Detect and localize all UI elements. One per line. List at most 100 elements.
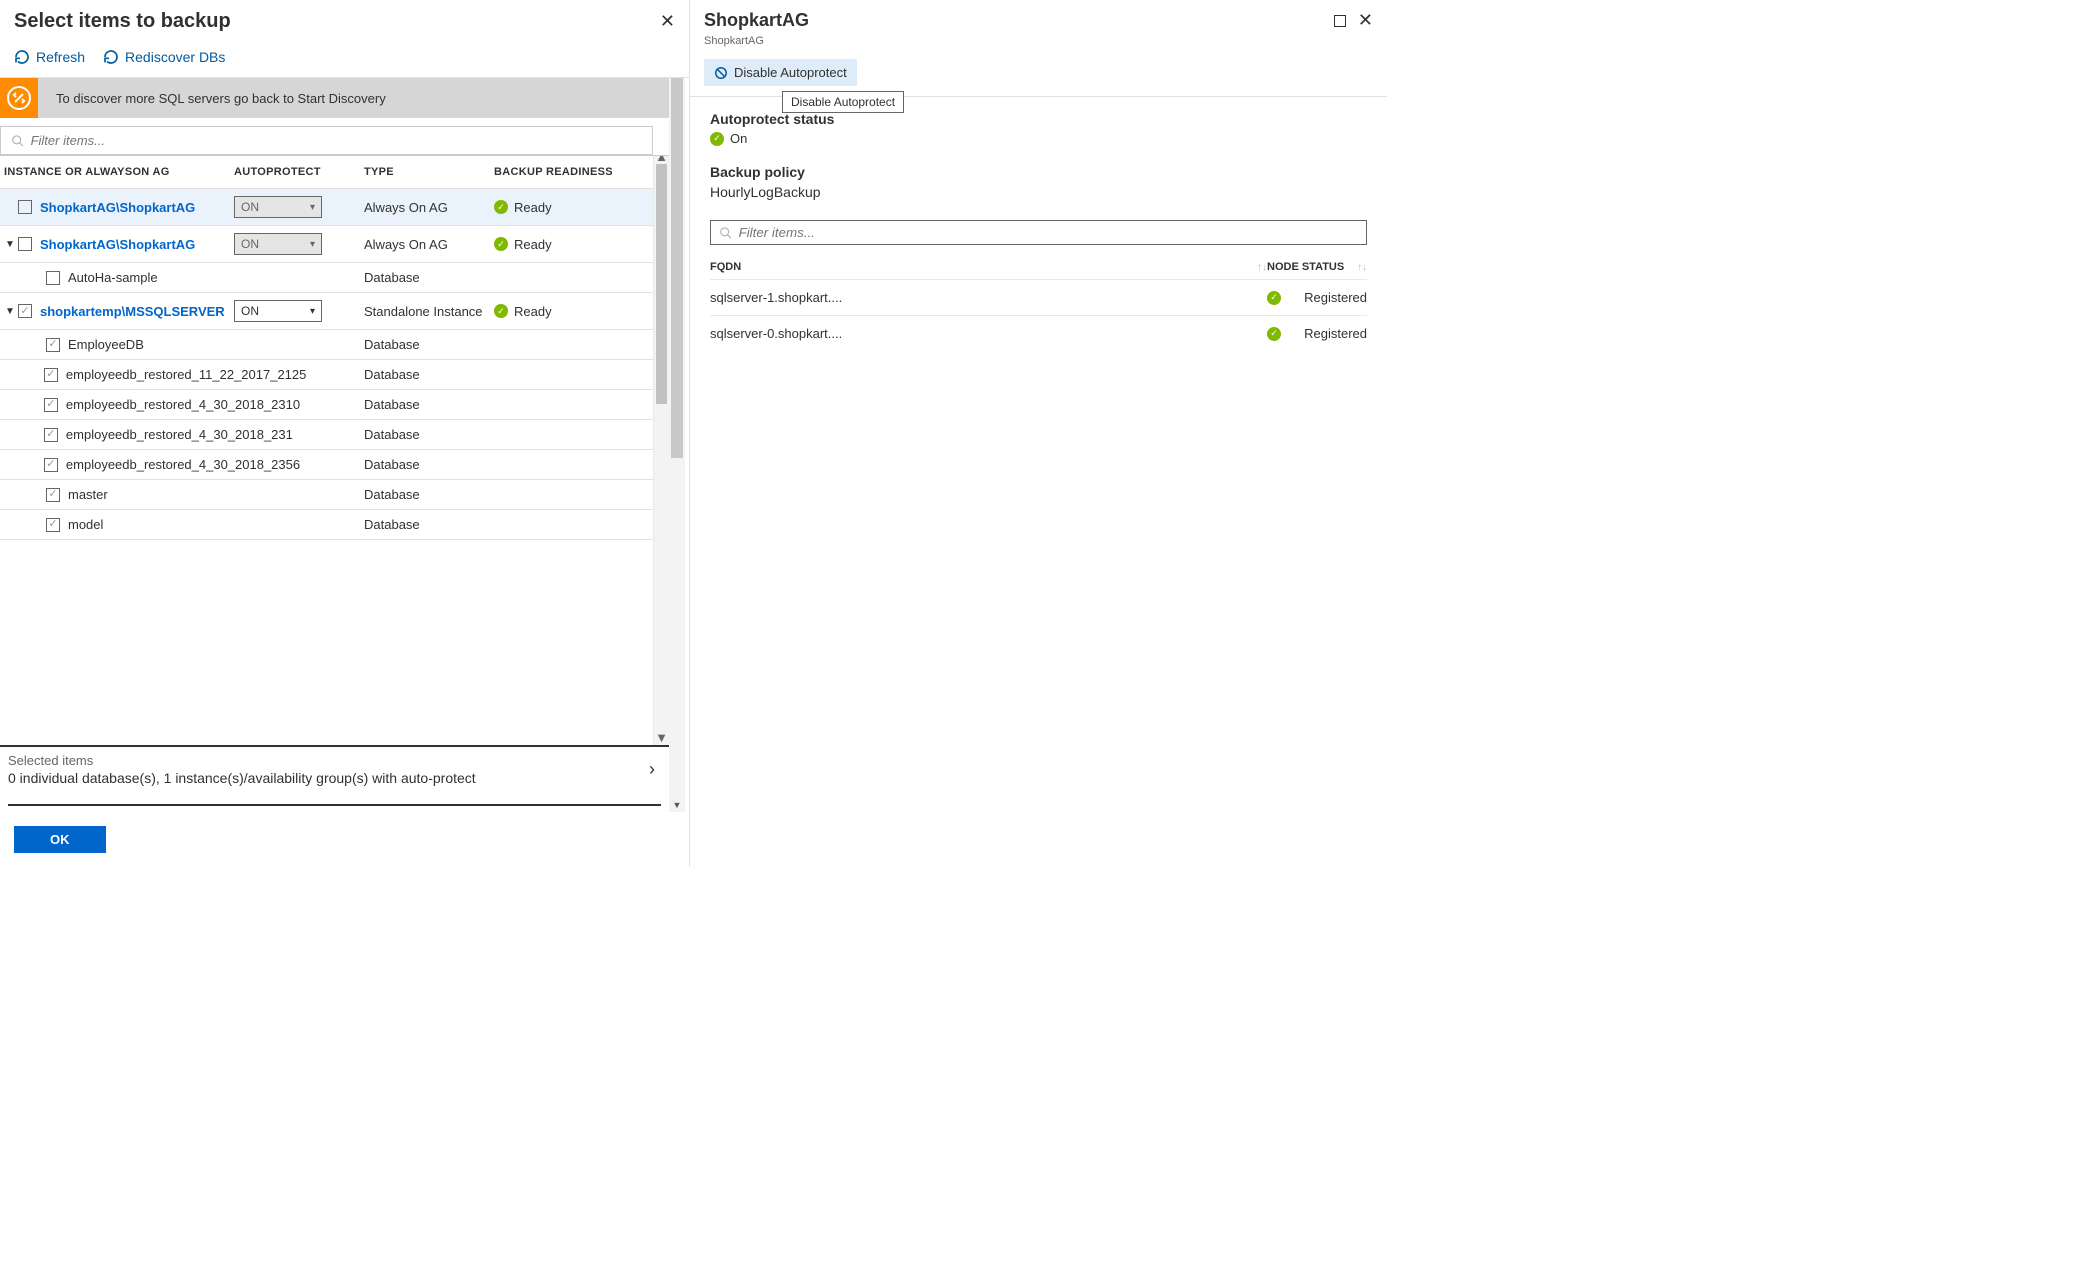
items-table: INSTANCE OR ALWAYSON AG AUTOPROTECT TYPE… <box>0 156 669 745</box>
caret-icon[interactable]: ▼ <box>4 239 16 250</box>
instance-link[interactable]: ShopkartAG\ShopkartAG <box>40 200 195 215</box>
checkbox[interactable] <box>46 338 60 352</box>
type-cell: Database <box>364 487 494 502</box>
expand-footer-icon[interactable]: › <box>649 759 661 780</box>
scroll-thumb[interactable] <box>656 164 667 404</box>
item-label: employeedb_restored_4_30_2018_2356 <box>66 457 300 472</box>
details-header: ShopkartAG ✕ <box>690 0 1387 35</box>
check-icon: ✓ <box>494 304 508 318</box>
instance-link[interactable]: ShopkartAG\ShopkartAG <box>40 237 195 252</box>
nodes-filter-input[interactable] <box>739 225 1358 240</box>
refresh-icon <box>14 49 30 65</box>
checkbox[interactable] <box>18 200 32 214</box>
col-type[interactable]: TYPE <box>364 166 494 178</box>
checkbox[interactable] <box>18 237 32 251</box>
instance-link[interactable]: shopkartemp\MSSQLSERVER <box>40 304 225 319</box>
table-row[interactable]: ▼modelDatabase <box>0 510 653 540</box>
details-title: ShopkartAG <box>704 10 809 31</box>
type-cell: Standalone Instance <box>364 304 494 319</box>
item-label: model <box>68 517 103 532</box>
ready-label: Ready <box>514 200 552 215</box>
table-row[interactable]: ▼ShopkartAG\ShopkartAGON▾Always On AG✓Re… <box>0 189 653 226</box>
table-row[interactable]: ▼employeedb_restored_4_30_2018_2310Datab… <box>0 390 653 420</box>
panel-scrollbar[interactable]: ▲ ▼ <box>669 78 685 812</box>
col-readiness[interactable]: BACKUP READINESS <box>494 166 653 178</box>
table-row[interactable]: ▼employeedb_restored_4_30_2018_231Databa… <box>0 420 653 450</box>
chevron-down-icon: ▾ <box>310 239 315 250</box>
info-text: To discover more SQL servers go back to … <box>38 91 386 106</box>
nodes-filter[interactable] <box>710 220 1367 245</box>
scroll-down-icon[interactable]: ▼ <box>654 729 669 745</box>
close-icon[interactable]: ✕ <box>660 11 675 32</box>
col-instance[interactable]: INSTANCE OR ALWAYSON AG <box>4 166 234 178</box>
type-cell: Database <box>364 457 494 472</box>
table-row[interactable]: ▼ShopkartAG\ShopkartAGON▾Always On AG✓Re… <box>0 226 653 263</box>
nodes-table-header: FQDN↑↓ NODE STATUS↑↓ <box>710 255 1367 279</box>
table-row[interactable]: ▼EmployeeDBDatabase <box>0 330 653 360</box>
search-icon <box>719 226 733 240</box>
main-panel: Select items to backup ✕ Refresh Redisco… <box>0 0 690 867</box>
tooltip: Disable Autoprotect <box>782 91 904 113</box>
prohibit-icon <box>714 66 728 80</box>
node-status: Registered <box>1304 290 1367 305</box>
autoprotect-select[interactable]: ON▾ <box>234 300 322 322</box>
table-row[interactable]: ▼employeedb_restored_11_22_2017_2125Data… <box>0 360 653 390</box>
footer-desc: 0 individual database(s), 1 instance(s)/… <box>8 770 476 786</box>
checkbox[interactable] <box>44 398 58 412</box>
sort-icon: ↑↓ <box>1357 262 1367 273</box>
checkbox[interactable] <box>46 488 60 502</box>
type-cell: Database <box>364 517 494 532</box>
check-icon: ✓ <box>494 200 508 214</box>
table-row[interactable]: ▼masterDatabase <box>0 480 653 510</box>
scroll-down-icon[interactable]: ▼ <box>669 798 685 812</box>
checkbox[interactable] <box>46 518 60 532</box>
details-subtitle: ShopkartAG <box>690 35 1387 53</box>
col-autoprotect[interactable]: AUTOPROTECT <box>234 166 364 178</box>
details-toolbar: Disable Autoprotect Disable Autoprotect <box>690 53 1387 97</box>
info-bar: To discover more SQL servers go back to … <box>0 78 669 118</box>
chevron-down-icon: ▾ <box>310 202 315 213</box>
checkbox[interactable] <box>44 428 58 442</box>
disable-autoprotect-button[interactable]: Disable Autoprotect Disable Autoprotect <box>704 59 857 86</box>
page-title: Select items to backup <box>14 10 231 33</box>
rediscover-button[interactable]: Rediscover DBs <box>103 49 225 65</box>
ok-button[interactable]: OK <box>14 826 106 853</box>
details-panel: ShopkartAG ✕ ShopkartAG Disable Autoprot… <box>690 0 1387 867</box>
backup-policy-label: Backup policy <box>710 164 1367 180</box>
details-close-icon[interactable]: ✕ <box>1358 10 1373 31</box>
type-cell: Always On AG <box>364 237 494 252</box>
table-scrollbar[interactable]: ▲ ▼ <box>653 156 669 745</box>
checkbox[interactable] <box>44 458 58 472</box>
item-label: employeedb_restored_4_30_2018_231 <box>66 427 293 442</box>
checkbox[interactable] <box>44 368 58 382</box>
col-node-status[interactable]: NODE STATUS↑↓ <box>1267 261 1367 273</box>
filter-input[interactable] <box>31 133 642 148</box>
item-label: employeedb_restored_4_30_2018_2310 <box>66 397 300 412</box>
item-label: EmployeeDB <box>68 337 144 352</box>
node-fqdn: sqlserver-0.shopkart.... <box>710 326 1267 341</box>
table-header: INSTANCE OR ALWAYSON AG AUTOPROTECT TYPE… <box>0 156 653 189</box>
checkbox[interactable] <box>18 304 32 318</box>
tools-icon <box>0 78 38 118</box>
scroll-up-icon[interactable]: ▲ <box>654 156 669 164</box>
caret-icon[interactable]: ▼ <box>4 306 16 317</box>
table-row[interactable]: ▼ shopkartemp\MSSQLSERVER ON▾ Standalone In… <box>0 293 653 330</box>
check-icon: ✓ <box>710 132 724 146</box>
node-row[interactable]: sqlserver-0.shopkart....✓Registered <box>710 315 1367 351</box>
table-row[interactable]: ▼AutoHa-sampleDatabase <box>0 263 653 293</box>
backup-policy-value: HourlyLogBackup <box>710 184 1367 200</box>
check-icon: ✓ <box>494 237 508 251</box>
maximize-icon[interactable] <box>1334 15 1346 27</box>
col-fqdn[interactable]: FQDN↑↓ <box>710 261 1267 273</box>
table-row[interactable]: ▼employeedb_restored_4_30_2018_2356Datab… <box>0 450 653 480</box>
node-row[interactable]: sqlserver-1.shopkart....✓Registered <box>710 279 1367 315</box>
sort-icon: ↑↓ <box>1257 262 1267 273</box>
checkbox[interactable] <box>46 271 60 285</box>
filter-input-wrap[interactable] <box>0 126 653 155</box>
refresh-button[interactable]: Refresh <box>14 49 85 65</box>
main-toolbar: Refresh Rediscover DBs <box>0 39 689 78</box>
selected-footer: Selected items 0 individual database(s),… <box>0 745 669 812</box>
scroll-thumb[interactable] <box>671 78 683 458</box>
item-label: AutoHa-sample <box>68 270 158 285</box>
check-icon: ✓ <box>1267 291 1281 305</box>
